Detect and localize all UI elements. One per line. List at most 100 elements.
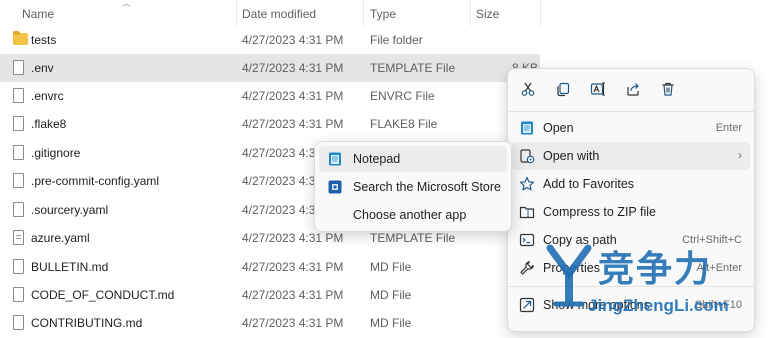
- menu-item-label: Add to Favorites: [543, 177, 635, 191]
- share-icon[interactable]: [623, 79, 643, 99]
- file-icon: [13, 173, 24, 188]
- submenu-item-search-store[interactable]: Search the Microsoft Store: [319, 174, 507, 200]
- file-name: CODE_OF_CONDUCT.md: [31, 288, 175, 302]
- file-row-selected[interactable]: .env 4/27/2023 4:31 PM TEMPLATE File 8 K…: [0, 54, 540, 82]
- file-date: 4/27/2023 4:31 PM: [242, 117, 344, 131]
- submenu-item-notepad[interactable]: Notepad: [319, 146, 507, 172]
- file-name: .gitignore: [31, 146, 81, 160]
- file-date: 4/27/2023 4:31 PM: [242, 260, 344, 274]
- sort-chevron-up-icon[interactable]: ︿: [122, 0, 131, 9]
- column-name[interactable]: Name: [22, 7, 54, 21]
- menu-item-label: Compress to ZIP file: [543, 205, 657, 219]
- file-type: MD File: [370, 260, 412, 274]
- file-date: 4/27/2023 4:31: [242, 174, 323, 188]
- menu-item-shortcut: Enter: [715, 122, 742, 134]
- column-size[interactable]: Size: [476, 7, 499, 21]
- context-menu-toolbar: [508, 69, 754, 109]
- file-date: 4/27/2023 4:31: [242, 146, 323, 160]
- file-date: 4/27/2023 4:31 PM: [242, 89, 344, 103]
- file-icon: [13, 145, 24, 160]
- submenu-item-label: Notepad: [353, 152, 401, 166]
- file-date: 4/27/2023 4:31 PM: [242, 288, 344, 302]
- file-name: .pre-commit-config.yaml: [31, 174, 160, 188]
- submenu-item-label: Search the Microsoft Store: [353, 180, 501, 194]
- column-date-modified[interactable]: Date modified: [242, 7, 316, 21]
- file-name: .env: [31, 61, 54, 75]
- column-divider[interactable]: [236, 0, 237, 26]
- context-menu: Open Enter Open with › Add to Favorites …: [507, 68, 755, 332]
- menu-item-label: Open with: [543, 149, 600, 163]
- notepad-icon: [327, 151, 343, 167]
- submenu-item-choose-another-app[interactable]: Choose another app: [319, 202, 507, 228]
- file-icon: [13, 259, 24, 274]
- file-type: MD File: [370, 288, 412, 302]
- folder-icon: [13, 31, 28, 45]
- file-date: 4/27/2023 4:31 PM: [242, 33, 344, 47]
- file-type: TEMPLATE File: [370, 61, 456, 75]
- menu-item-add-to-favorites[interactable]: Add to Favorites: [512, 170, 750, 198]
- submenu-item-label: Choose another app: [353, 208, 467, 222]
- file-icon: [13, 287, 24, 302]
- file-name: .flake8: [31, 117, 67, 131]
- menu-item-open[interactable]: Open Enter: [512, 114, 750, 142]
- file-name: azure.yaml: [31, 231, 90, 245]
- file-icon: [13, 315, 24, 330]
- file-type: TEMPLATE File: [370, 231, 456, 245]
- delete-icon[interactable]: [658, 79, 678, 99]
- menu-item-shortcut: Shift+F10: [694, 299, 742, 311]
- file-date: 4/27/2023 4:31 PM: [242, 61, 344, 75]
- file-name: BULLETIN.md: [31, 260, 109, 274]
- open-with-icon: [519, 148, 535, 164]
- notepad-icon: [519, 120, 535, 136]
- file-row[interactable]: tests 4/27/2023 4:31 PM File folder: [0, 26, 540, 54]
- file-name: .sourcery.yaml: [31, 203, 109, 217]
- column-type[interactable]: Type: [370, 7, 396, 21]
- file-date: 4/27/2023 4:31: [242, 203, 323, 217]
- file-date: 4/27/2023 4:31 PM: [242, 316, 344, 330]
- column-divider[interactable]: [470, 0, 471, 26]
- file-type: MD File: [370, 316, 412, 330]
- menu-item-label: Open: [543, 121, 574, 135]
- store-icon: [327, 179, 343, 195]
- file-row[interactable]: .flake8 4/27/2023 4:31 PM FLAKE8 File: [0, 110, 540, 138]
- menu-item-label: Properties: [543, 261, 600, 275]
- file-icon: [13, 60, 24, 75]
- file-icon: [13, 202, 24, 217]
- star-icon: [519, 176, 535, 192]
- menu-item-open-with[interactable]: Open with ›: [512, 142, 750, 170]
- file-row[interactable]: CODE_OF_CONDUCT.md 4/27/2023 4:31 PM MD …: [0, 281, 540, 309]
- menu-separator: [508, 286, 754, 287]
- file-type: FLAKE8 File: [370, 117, 438, 131]
- open-with-submenu: Notepad Search the Microsoft Store Choos…: [314, 141, 512, 232]
- copy-icon[interactable]: [553, 79, 573, 99]
- file-icon: [13, 116, 24, 131]
- menu-item-copy-as-path[interactable]: Copy as path Ctrl+Shift+C: [512, 226, 750, 254]
- menu-separator: [508, 111, 754, 112]
- column-divider[interactable]: [540, 0, 541, 26]
- menu-item-compress-zip[interactable]: Compress to ZIP file: [512, 198, 750, 226]
- more-options-icon: [519, 297, 535, 313]
- file-row[interactable]: BULLETIN.md 4/27/2023 4:31 PM MD File: [0, 253, 540, 281]
- chevron-right-icon: ›: [738, 148, 742, 162]
- file-row[interactable]: CONTRIBUTING.md 4/27/2023 4:31 PM MD Fil…: [0, 309, 540, 337]
- menu-item-properties[interactable]: Properties Alt+Enter: [512, 254, 750, 282]
- menu-item-show-more-options[interactable]: Show more options Shift+F10: [512, 291, 750, 319]
- file-type: File folder: [370, 33, 423, 47]
- file-lines-icon: [13, 230, 24, 245]
- file-date: 4/27/2023 4:31 PM: [242, 231, 344, 245]
- file-name: CONTRIBUTING.md: [31, 316, 143, 330]
- rename-icon[interactable]: [588, 79, 608, 99]
- file-row[interactable]: .envrc 4/27/2023 4:31 PM ENVRC File: [0, 82, 540, 110]
- file-type: ENVRC File: [370, 89, 435, 103]
- file-icon: [13, 88, 24, 103]
- column-header: ︿ Name Date modified Type Size: [0, 0, 770, 28]
- copy-path-icon: [519, 232, 535, 248]
- file-name: .envrc: [31, 89, 64, 103]
- menu-item-label: Show more options: [543, 298, 651, 312]
- wrench-icon: [519, 260, 535, 276]
- menu-item-shortcut: Alt+Enter: [696, 262, 742, 274]
- menu-item-label: Copy as path: [543, 233, 617, 247]
- zip-icon: [519, 204, 535, 220]
- column-divider[interactable]: [363, 0, 364, 26]
- cut-icon[interactable]: [518, 79, 538, 99]
